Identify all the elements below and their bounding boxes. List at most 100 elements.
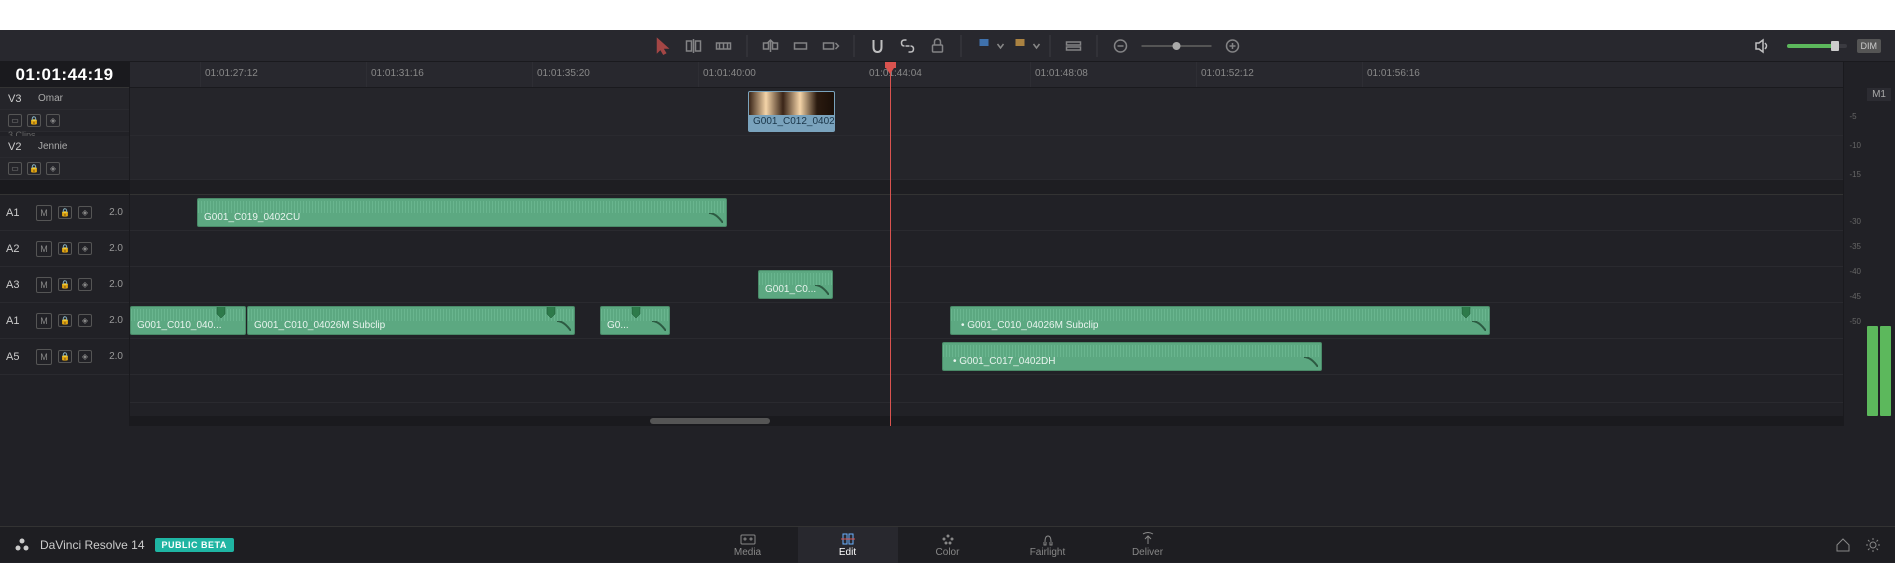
channel-value: 2.0 — [109, 279, 123, 290]
timeline-ruler[interactable]: 01:01:27:12 01:01:31:16 01:01:35:20 01:0… — [130, 62, 1843, 88]
selection-tool[interactable] — [648, 34, 678, 58]
video-clip[interactable]: G001_C012_0402... — [748, 91, 835, 132]
track-label: V3 — [8, 93, 32, 105]
replace-clip[interactable] — [815, 34, 845, 58]
app-logo-icon — [14, 537, 30, 553]
audio-clip[interactable]: G001_C0... — [758, 270, 833, 299]
volume-slider[interactable] — [1787, 44, 1847, 48]
zoom-in[interactable] — [1217, 34, 1247, 58]
page-navigation: DaVinci Resolve 14 PUBLIC BETA Media Edi… — [0, 526, 1895, 562]
track-v2-header[interactable]: V2 Jennie — [0, 136, 129, 158]
settings-icon[interactable] — [1865, 537, 1881, 553]
lock-toggle[interactable] — [922, 34, 952, 58]
track-a1-header[interactable]: A1 M 🔒 ◈ 2.0 — [0, 195, 129, 231]
flag-blue[interactable] — [969, 34, 999, 58]
blade-tool[interactable] — [708, 34, 738, 58]
scrollbar-horizontal[interactable] — [130, 416, 1843, 426]
clip-label: G001_C019_0402CU — [200, 211, 726, 224]
mute-button[interactable]: M — [36, 349, 52, 365]
track-row-v2[interactable] — [130, 136, 1843, 180]
audio-meter — [1867, 326, 1891, 416]
track-display-icon[interactable]: ▭ — [8, 162, 22, 175]
track-headers: 01:01:44:19 V3 Omar ▭ 🔒 ◈ 3 Clips V2 Jen… — [0, 62, 130, 426]
flag-yellow[interactable] — [1005, 34, 1035, 58]
track-a3-header[interactable]: A3 M 🔒 ◈ 2.0 — [0, 267, 129, 303]
track-row-v3[interactable]: G001_C012_0402... — [130, 88, 1843, 136]
scrollbar-thumb[interactable] — [650, 418, 770, 424]
dim-button[interactable]: DIM — [1857, 39, 1882, 53]
audio-clip[interactable]: • G001_C017_0402DH — [942, 342, 1322, 371]
mute-button[interactable]: M — [36, 205, 52, 221]
marker-icon[interactable] — [546, 306, 556, 319]
audio-clip[interactable]: G001_C010_04026M Subclip — [247, 306, 575, 335]
fade-icon — [815, 285, 829, 295]
mute-button[interactable]: M — [36, 277, 52, 293]
lock-icon[interactable]: 🔒 — [58, 350, 72, 363]
track-name: Omar — [38, 93, 63, 104]
page-deliver[interactable]: Deliver — [1098, 527, 1198, 563]
home-icon[interactable] — [1835, 537, 1851, 553]
page-fairlight[interactable]: Fairlight — [998, 527, 1098, 563]
timecode-display[interactable]: 01:01:44:19 — [0, 62, 129, 88]
track-row-a1[interactable]: G001_C019_0402CU — [130, 195, 1843, 231]
lock-icon[interactable]: 🔒 — [58, 278, 72, 291]
track-label: A3 — [6, 279, 30, 291]
meter-label: M1 — [1867, 88, 1891, 101]
track-row-a1b[interactable]: G001_C010_040... G001_C010_04026M Subcli… — [130, 303, 1843, 339]
zoom-out[interactable] — [1105, 34, 1135, 58]
autoselect-icon[interactable]: ◈ — [78, 350, 92, 363]
track-a2-header[interactable]: A2 M 🔒 ◈ 2.0 — [0, 231, 129, 267]
audio-clip[interactable]: G0... — [600, 306, 670, 335]
autoselect-icon[interactable]: ◈ — [78, 206, 92, 219]
track-row-a5[interactable]: • G001_C017_0402DH — [130, 339, 1843, 375]
track-a5-header[interactable]: A5 M 🔒 ◈ 2.0 — [0, 339, 129, 375]
autoselect-icon[interactable]: ◈ — [78, 314, 92, 327]
timeline-tracks: G001_C012_0402... G001_C019_0402CU G001_… — [130, 88, 1843, 403]
app-name: DaVinci Resolve 14 PUBLIC BETA — [14, 537, 234, 553]
lock-icon[interactable]: 🔒 — [58, 206, 72, 219]
audio-clip[interactable]: G001_C019_0402CU — [197, 198, 727, 227]
autoselect-icon[interactable]: ◈ — [46, 162, 60, 175]
window-top-region — [0, 0, 1895, 30]
trim-tool[interactable] — [678, 34, 708, 58]
lock-icon[interactable]: 🔒 — [58, 314, 72, 327]
lock-icon[interactable]: 🔒 — [27, 114, 41, 127]
timeline-view-options[interactable] — [1058, 34, 1088, 58]
marker-icon[interactable] — [1461, 306, 1471, 319]
audio-clip[interactable]: G001_C010_040... — [130, 306, 246, 335]
marker-icon[interactable] — [631, 306, 641, 319]
track-row-a3[interactable]: G001_C0... — [130, 267, 1843, 303]
clip-label: G001_C010_040... — [133, 319, 245, 332]
autoselect-icon[interactable]: ◈ — [78, 278, 92, 291]
mute-toggle[interactable] — [1747, 34, 1777, 58]
track-v3-header[interactable]: V3 Omar — [0, 88, 129, 110]
beta-badge: PUBLIC BETA — [155, 538, 234, 552]
fade-icon — [1472, 321, 1486, 331]
insert-clip[interactable] — [755, 34, 785, 58]
track-display-icon[interactable]: ▭ — [8, 114, 22, 127]
track-label: A5 — [6, 351, 30, 363]
playhead[interactable] — [890, 62, 891, 426]
track-label: V2 — [8, 141, 32, 153]
timeline-area[interactable]: 01:01:27:12 01:01:31:16 01:01:35:20 01:0… — [130, 62, 1843, 426]
autoselect-icon[interactable]: ◈ — [78, 242, 92, 255]
ruler-tick: 01:01:56:16 — [1367, 68, 1420, 79]
fade-icon — [557, 321, 571, 331]
page-media[interactable]: Media — [698, 527, 798, 563]
mute-button[interactable]: M — [36, 241, 52, 257]
snap-toggle[interactable] — [862, 34, 892, 58]
page-color[interactable]: Color — [898, 527, 998, 563]
lock-icon[interactable]: 🔒 — [27, 162, 41, 175]
page-edit[interactable]: Edit — [798, 527, 898, 563]
marker-icon[interactable] — [216, 306, 226, 319]
track-a1b-header[interactable]: A1 M 🔒 ◈ 2.0 — [0, 303, 129, 339]
lock-icon[interactable]: 🔒 — [58, 242, 72, 255]
link-toggle[interactable] — [892, 34, 922, 58]
channel-value: 2.0 — [109, 207, 123, 218]
overwrite-clip[interactable] — [785, 34, 815, 58]
track-row-a2[interactable] — [130, 231, 1843, 267]
autoselect-icon[interactable]: ◈ — [46, 114, 60, 127]
mute-button[interactable]: M — [36, 313, 52, 329]
audio-clip[interactable]: • G001_C010_04026M Subclip — [950, 306, 1490, 335]
zoom-slider[interactable] — [1141, 45, 1211, 47]
